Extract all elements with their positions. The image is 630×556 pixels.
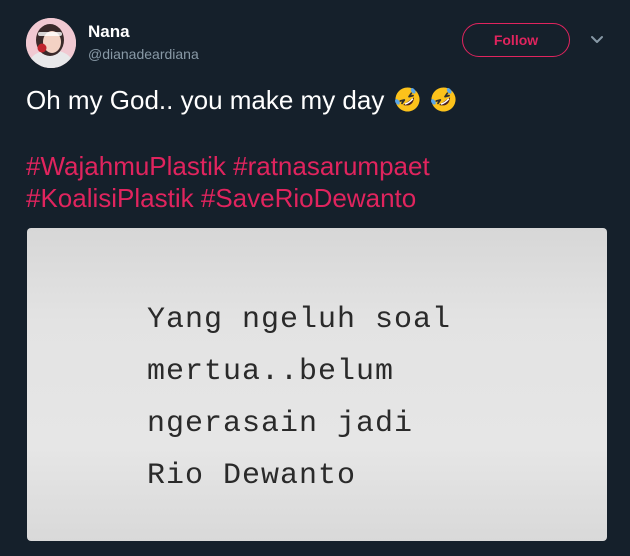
tweet-card: Nana @dianadeardiana Follow Oh my God.. … xyxy=(0,0,630,556)
image-text-line: mertua..belum xyxy=(147,355,395,389)
image-caption-text: Yang ngeluh soal mertua..belum ngerasain j… xyxy=(147,294,451,502)
avatar[interactable] xyxy=(26,18,76,68)
tweet-image[interactable]: Yang ngeluh soal mertua..belum ngerasain j… xyxy=(27,228,607,541)
chevron-down-icon[interactable] xyxy=(588,30,606,48)
hashtag-link[interactable]: #WajahmuPlastik xyxy=(26,151,226,181)
hashtag-link[interactable]: #KoalisiPlastik xyxy=(26,183,194,213)
image-text-line: Rio Dewanto xyxy=(147,459,357,493)
user-name[interactable]: Nana xyxy=(88,22,130,42)
tweet-header: Nana @dianadeardiana Follow xyxy=(26,18,616,70)
user-handle[interactable]: @dianadeardiana xyxy=(88,46,199,62)
rolling-laughing-emoji-icon xyxy=(430,87,456,112)
tweet-text-content: Oh my God.. you make my day xyxy=(26,85,385,115)
follow-button[interactable]: Follow xyxy=(462,23,570,57)
image-text-line: ngerasain jadi xyxy=(147,407,414,441)
profile-photo-icon xyxy=(26,18,76,68)
tweet-text: Oh my God.. you make my day xyxy=(26,84,616,116)
hashtag-link[interactable]: #ratnasarumpaet xyxy=(233,151,430,181)
hashtag-link[interactable]: #SaveRioDewanto xyxy=(201,183,416,213)
hashtag-list: #WajahmuPlastik #ratnasarumpaet #Koalisi… xyxy=(26,150,616,214)
image-text-line: Yang ngeluh soal xyxy=(147,303,452,337)
rolling-laughing-emoji-icon xyxy=(394,87,420,112)
